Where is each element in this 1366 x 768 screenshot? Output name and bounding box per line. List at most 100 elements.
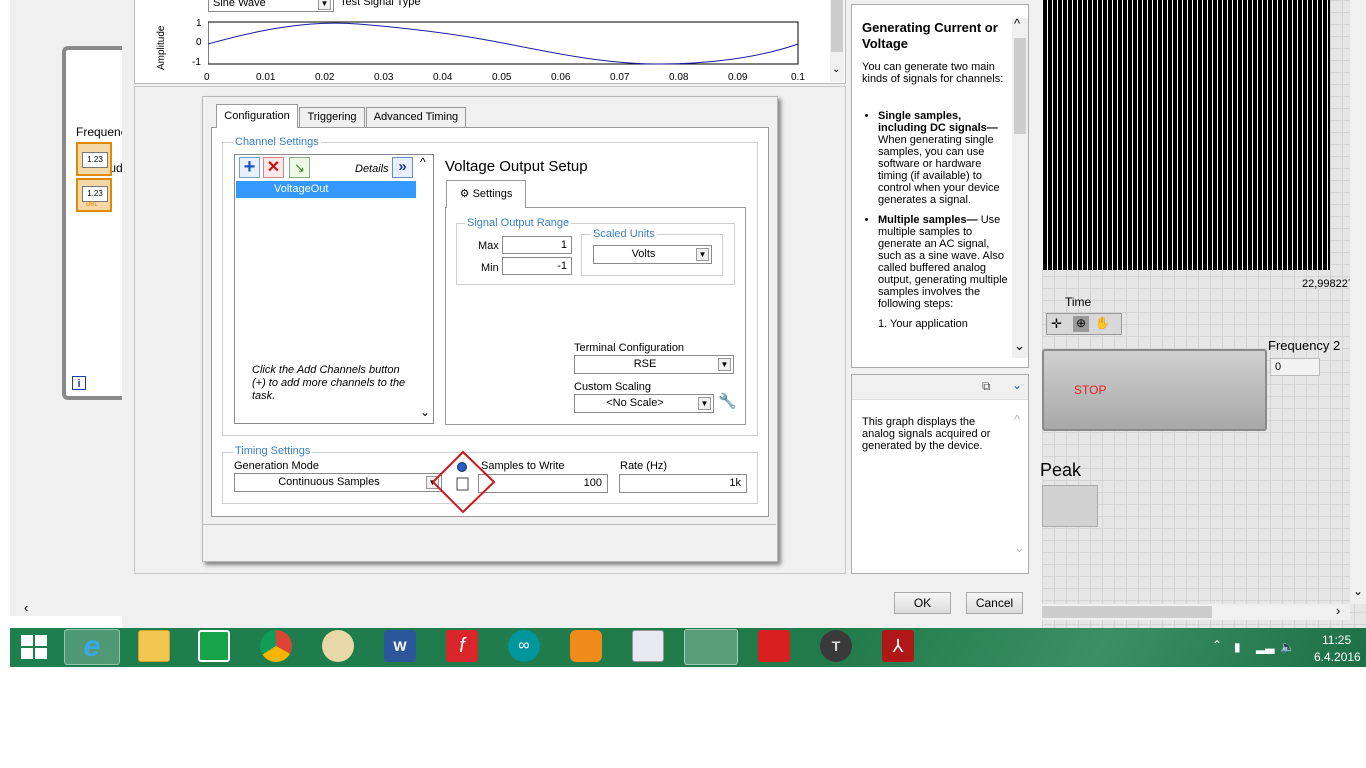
scrollbar-thumb[interactable]: [1042, 606, 1212, 618]
tab-settings[interactable]: ⚙ Settings: [446, 180, 526, 208]
numeric-icon: 1.23: [82, 186, 108, 202]
chevron-down-icon: ▼: [698, 397, 711, 410]
scrollbar-thumb[interactable]: [1014, 38, 1026, 134]
cancel-button[interactable]: Cancel: [966, 592, 1023, 614]
acrobat-icon[interactable]: ⅄: [882, 630, 914, 662]
scaled-units-title: Scaled Units: [591, 228, 657, 240]
amplitude-numeric-terminal[interactable]: 1.23 DBL: [76, 178, 112, 212]
tab-advanced-timing[interactable]: Advanced Timing: [366, 107, 466, 128]
windows-logo-icon: [21, 635, 47, 659]
chevron-up-icon[interactable]: ⌃: [1212, 638, 1222, 652]
horizontal-scrollbar-left[interactable]: ‹: [10, 600, 122, 616]
paint-icon[interactable]: [322, 630, 354, 662]
add-channel-button[interactable]: +: [239, 157, 260, 178]
remove-channel-button[interactable]: ✕: [263, 157, 284, 178]
battery-icon[interactable]: ▮: [1234, 640, 1241, 654]
ispring-icon[interactable]: [758, 630, 790, 662]
help-intro: You can generate two main kinds of signa…: [862, 61, 1004, 85]
add-channels-hint: Click the Add Channels button (+) to add…: [252, 364, 406, 402]
signal-output-range-title: Signal Output Range: [465, 217, 572, 229]
front-panel-vertical-scrollbar[interactable]: ⌄: [1350, 0, 1366, 604]
sort-channels-button[interactable]: ↘: [289, 157, 310, 178]
file-explorer-icon[interactable]: [138, 630, 170, 662]
chevron-down-icon[interactable]: ⌄: [420, 405, 430, 419]
scaled-units-select[interactable]: Volts ▼: [593, 245, 712, 264]
graph-palette[interactable]: ✛ ⊕ ✋: [1046, 313, 1122, 335]
chevron-up-icon[interactable]: ^: [420, 155, 426, 169]
chevron-down-icon[interactable]: ⌄: [1014, 338, 1025, 354]
help-scrollbar[interactable]: ^ ⌄: [1012, 16, 1028, 358]
details-expand-button[interactable]: »: [392, 157, 413, 178]
generation-mode-label: Generation Mode: [234, 460, 319, 472]
context-help-scrollbar[interactable]: ^ ⌄: [1012, 412, 1028, 562]
chevron-down-icon[interactable]: ⌄: [1014, 540, 1025, 556]
graph-x-readout: 22,998227: [1302, 278, 1354, 290]
internet-explorer-icon[interactable]: e: [64, 629, 120, 665]
system-tray: ⌃ ▮ ▂▃ 🔈: [1210, 638, 1300, 656]
stop-label: STOP: [1074, 383, 1107, 397]
chevron-down-icon[interactable]: ⌄: [832, 64, 840, 75]
x-ticks: 0 0.01 0.02 0.03 0.04 0.05 0.06 0.07 0.0…: [204, 72, 805, 83]
frequency-numeric-terminal[interactable]: 1.23: [76, 142, 112, 176]
y-tick-1: 1: [196, 18, 202, 29]
samples-to-write-input[interactable]: 100: [478, 474, 608, 493]
custom-scaling-select[interactable]: <No Scale> ▼: [574, 394, 714, 413]
scrollbar-thumb[interactable]: [831, 0, 843, 52]
terminal-configuration-label: Terminal Configuration: [574, 342, 685, 354]
info-icon[interactable]: i: [72, 376, 86, 390]
preview-vertical-scrollbar[interactable]: ⌄: [830, 0, 844, 82]
chevron-down-icon: ▼: [718, 358, 731, 371]
chrome-icon[interactable]: [260, 630, 292, 662]
help-list: Single samples, including DC signals— Wh…: [862, 110, 1010, 330]
channel-settings-title: Channel Settings: [233, 136, 321, 148]
labview-icon[interactable]: [684, 629, 738, 665]
test-signal-type-label: Test Signal Type: [340, 0, 421, 8]
chevron-left-icon[interactable]: ‹: [24, 600, 28, 615]
ok-button[interactable]: OK: [894, 592, 951, 614]
time-axis-label: Time: [1065, 295, 1092, 309]
waveform-graph-plot: [1042, 0, 1330, 270]
word-icon[interactable]: W: [384, 630, 416, 662]
chevron-up-icon[interactable]: ^: [1014, 412, 1020, 427]
channel-item-voltageout[interactable]: VoltageOut: [236, 181, 416, 198]
chevron-down-icon[interactable]: ⌄: [1012, 378, 1022, 392]
dbl-tag: DBL: [86, 202, 98, 208]
hand-pan-icon[interactable]: ✋: [1095, 316, 1110, 330]
wrench-icon[interactable]: 🔧: [718, 392, 737, 412]
chevron-up-icon[interactable]: ^: [1014, 16, 1020, 31]
zoom-icon[interactable]: ⊕: [1073, 316, 1089, 332]
signal-icon[interactable]: ▂▃: [1256, 640, 1274, 654]
media-player-icon[interactable]: [570, 630, 602, 662]
foxit-icon[interactable]: f: [446, 630, 478, 662]
crosshair-icon[interactable]: ✛: [1051, 316, 1062, 332]
tab-triggering[interactable]: Triggering: [299, 107, 365, 128]
details-label: Details: [355, 163, 389, 175]
terminal-configuration-select[interactable]: RSE ▼: [574, 355, 734, 374]
max-input[interactable]: 1: [502, 236, 572, 254]
front-panel-horizontal-scrollbar[interactable]: ›: [1042, 603, 1350, 620]
channel-list-scrollbar[interactable]: ^ ⌄: [417, 155, 433, 423]
min-input[interactable]: -1: [502, 257, 572, 275]
arduino-icon[interactable]: ∞: [508, 630, 540, 662]
help-title: Generating Current or Voltage: [862, 20, 998, 51]
clock-time[interactable]: 11:25: [1322, 633, 1351, 647]
generation-mode-select[interactable]: Continuous Samples ▼: [234, 473, 442, 492]
clock-date[interactable]: 6.4.2016: [1314, 650, 1361, 664]
chevron-right-icon[interactable]: ›: [1336, 603, 1340, 618]
store-icon[interactable]: [198, 630, 230, 662]
matlab-icon[interactable]: [632, 630, 664, 662]
frequency-2-label: Frequency 2: [1268, 338, 1341, 353]
test-signal-type-select[interactable]: Sine Wave ▼: [208, 0, 334, 12]
rate-input[interactable]: 1k: [619, 474, 747, 493]
voltage-output-setup-title: Voltage Output Setup: [445, 158, 588, 175]
frequency-2-input[interactable]: 0: [1270, 358, 1320, 376]
min-label: Min: [481, 262, 499, 274]
typora-icon[interactable]: T: [820, 630, 852, 662]
chevron-down-icon[interactable]: ⌄: [1353, 584, 1363, 598]
help-window-icon[interactable]: ⧉: [982, 379, 991, 394]
settings-icon: ⚙: [459, 188, 470, 200]
start-button[interactable]: [20, 634, 48, 660]
tab-configuration[interactable]: Configuration: [216, 104, 298, 128]
volume-icon[interactable]: 🔈: [1280, 640, 1295, 654]
stop-button[interactable]: STOP: [1042, 349, 1267, 431]
